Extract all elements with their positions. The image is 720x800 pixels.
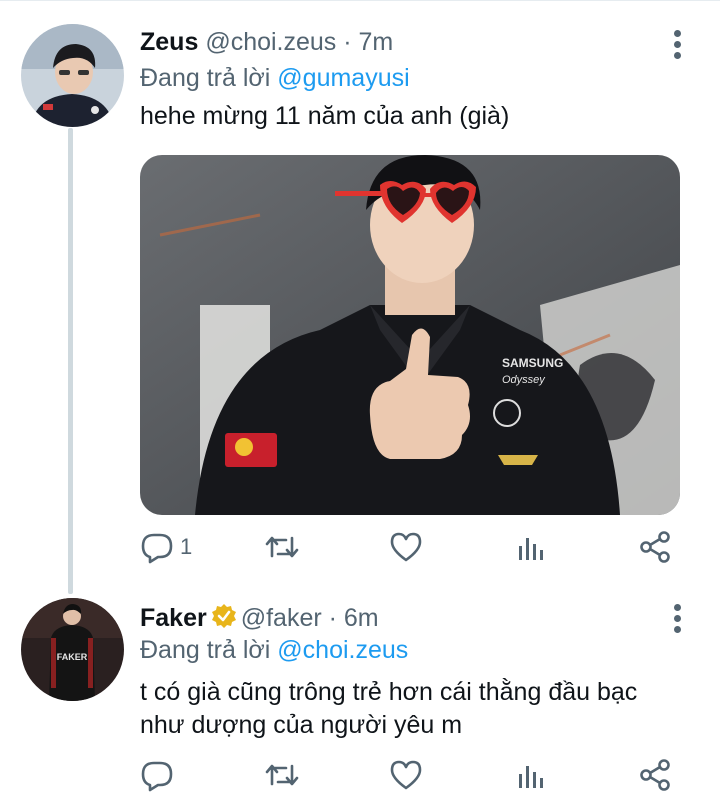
share-button[interactable] xyxy=(638,758,672,792)
reply-button[interactable] xyxy=(140,758,180,792)
user-handle[interactable]: @faker xyxy=(241,604,322,632)
like-button[interactable] xyxy=(389,758,423,792)
tweet-header: Faker @faker · 6m xyxy=(140,603,379,636)
avatar[interactable] xyxy=(21,24,124,127)
views-icon[interactable] xyxy=(516,530,546,564)
timestamp[interactable]: 7m xyxy=(359,28,394,56)
verified-icon xyxy=(211,603,237,636)
retweet-button[interactable] xyxy=(264,530,300,564)
retweet-icon[interactable] xyxy=(264,758,300,792)
separator: · xyxy=(336,28,359,56)
reply-button[interactable]: 1 xyxy=(140,530,192,564)
share-icon[interactable] xyxy=(638,530,672,564)
replying-to: Đang trả lời @gumayusi xyxy=(140,64,410,93)
avatar[interactable]: FAKER xyxy=(21,598,124,701)
user-handle[interactable]: @choi.zeus xyxy=(205,28,336,56)
retweet-button[interactable] xyxy=(264,758,300,792)
views-icon[interactable] xyxy=(516,758,546,792)
separator: · xyxy=(321,604,344,632)
tweet-header: Zeus @choi.zeus · 7m xyxy=(140,28,393,57)
more-icon[interactable] xyxy=(670,604,684,637)
media-sponsor-sub: Odyssey xyxy=(502,374,546,386)
replying-to-mention[interactable]: @gumayusi xyxy=(277,64,409,92)
tweet-actions xyxy=(140,758,700,792)
timestamp[interactable]: 6m xyxy=(344,604,379,632)
retweet-icon[interactable] xyxy=(264,530,300,564)
like-icon[interactable] xyxy=(389,758,423,792)
views-button[interactable] xyxy=(516,758,546,792)
more-icon[interactable] xyxy=(670,30,684,63)
reply-icon[interactable] xyxy=(140,758,174,792)
media-sponsor: SAMSUNG xyxy=(502,356,563,370)
tweet-text: t có già cũng trông trẻ hơn cái thằng đầ… xyxy=(140,678,638,739)
tweet-faker[interactable]: FAKER Faker @faker · 6m Đang trả lời @cho… xyxy=(0,590,720,800)
replying-to: Đang trả lời @choi.zeus xyxy=(140,636,408,665)
tweet-text: hehe mừng 11 năm của anh (già) xyxy=(140,102,510,130)
share-icon[interactable] xyxy=(638,758,672,792)
display-name[interactable]: Zeus xyxy=(140,28,198,56)
like-icon[interactable] xyxy=(389,530,423,564)
display-name[interactable]: Faker xyxy=(140,604,207,632)
avatar-jacket-text: FAKER xyxy=(57,652,88,662)
thread-line xyxy=(68,128,73,594)
replying-to-mention[interactable]: @choi.zeus xyxy=(277,636,408,664)
tweet-actions: 1 xyxy=(140,530,700,564)
replying-to-label: Đang trả lời xyxy=(140,64,278,92)
replying-to-label: Đang trả lời xyxy=(140,636,278,664)
tweet-zeus[interactable]: Zeus @choi.zeus · 7m Đang trả lời @gumay… xyxy=(0,0,720,594)
tweet-photo[interactable]: SAMSUNG Odyssey xyxy=(140,155,680,515)
views-button[interactable] xyxy=(516,530,546,564)
like-button[interactable] xyxy=(389,530,423,564)
share-button[interactable] xyxy=(638,530,672,564)
reply-icon[interactable] xyxy=(140,530,174,564)
reply-count: 1 xyxy=(180,534,193,559)
